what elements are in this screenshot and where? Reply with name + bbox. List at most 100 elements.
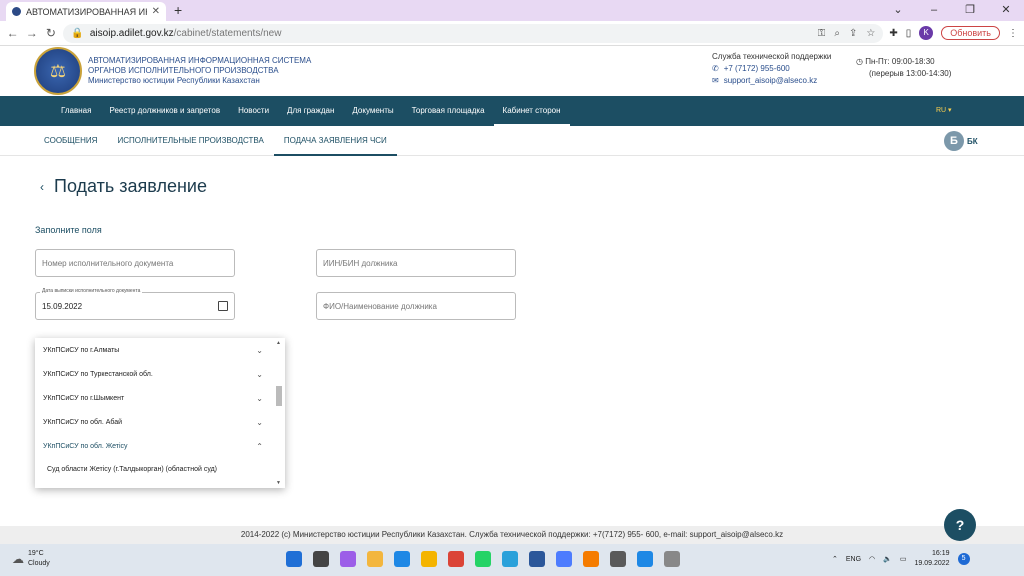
page-title-text: Подать заявление: [54, 176, 207, 196]
volume-icon[interactable]: 🔈: [883, 555, 892, 563]
dropdown-item[interactable]: УКпПСиСУ по г.Алматы ⌄: [35, 338, 285, 362]
taskbar-app-icon[interactable]: [637, 551, 653, 567]
taskbar-app-icon[interactable]: [583, 551, 599, 567]
work-hours: ◷ Пн-Пт: 09:00-18:30 (перерыв 13:00-14:3…: [856, 56, 951, 80]
nav-item-cabinet[interactable]: Кабинет сторон: [493, 96, 570, 126]
court-dropdown-list[interactable]: УКпПСиСУ по г.Алматы ⌄ УКпПСиСУ по Турке…: [35, 338, 285, 488]
taskbar-app-icon[interactable]: [610, 551, 626, 567]
taskbar-app-icon[interactable]: [502, 551, 518, 567]
language-select[interactable]: RU ▾: [936, 96, 952, 126]
wifi-icon[interactable]: ◠: [869, 555, 875, 563]
nav-item-citizens[interactable]: Для граждан: [278, 96, 343, 126]
dropdown-scrollbar[interactable]: ▲ ▼: [275, 340, 283, 486]
back-arrow-icon[interactable]: ←: [6, 26, 19, 40]
taskbar-app-icon[interactable]: [529, 551, 545, 567]
site-favicon-icon: [12, 7, 21, 16]
calendar-icon[interactable]: [218, 301, 228, 311]
taskbar-app-icon[interactable]: [340, 551, 356, 567]
restore-icon[interactable]: ❐: [952, 0, 988, 21]
emblem-logo-icon[interactable]: ⚖: [34, 47, 82, 95]
battery-icon[interactable]: ▭: [900, 555, 907, 563]
chevron-down-icon[interactable]: ⌄: [880, 0, 916, 21]
close-tab-icon[interactable]: ✕: [152, 6, 160, 17]
zoom-icon[interactable]: ⌕: [834, 28, 840, 39]
taskbar-app-icon[interactable]: [367, 551, 383, 567]
chevron-down-icon[interactable]: ⌄: [256, 370, 263, 379]
share-icon[interactable]: ⇪: [849, 28, 857, 39]
dropdown-item[interactable]: УКпПСиСУ по Туркестанской обл. ⌄: [35, 362, 285, 386]
reload-icon[interactable]: ↻: [44, 26, 57, 40]
url-input[interactable]: 🔒 aisoip.adilet.gov.kz/cabinet/statement…: [63, 23, 884, 43]
clock[interactable]: 16:19 19.09.2022: [915, 549, 950, 569]
scroll-up-icon[interactable]: ▲: [276, 340, 281, 346]
taskbar-app-icon[interactable]: [556, 551, 572, 567]
org-title[interactable]: АВТОМАТИЗИРОВАННАЯ ИНФОРМАЦИОННАЯ СИСТЕМ…: [88, 56, 311, 86]
iin-placeholder: ИИН/БИН должника: [323, 258, 398, 268]
fill-fields-label: Заполните поля: [35, 225, 102, 235]
star-icon[interactable]: ☆: [866, 28, 875, 39]
chevron-up-icon[interactable]: ⌃: [256, 442, 263, 451]
profile-avatar[interactable]: K: [919, 26, 934, 40]
tab-proceedings[interactable]: ИСПОЛНИТЕЛЬНЫЕ ПРОИЗВОДСТВА: [107, 126, 273, 156]
scroll-thumb[interactable]: [276, 386, 282, 406]
chevron-down-icon[interactable]: ⌄: [256, 394, 263, 403]
dropdown-item-label: УКпПСиСУ по г.Шымкент: [43, 394, 125, 402]
taskbar-app-icon[interactable]: [475, 551, 491, 567]
dropdown-item[interactable]: УКпПСиСУ по г.Шымкент ⌄: [35, 386, 285, 410]
doc-number-input[interactable]: Номер исполнительного документа: [35, 249, 235, 277]
extensions-puzzle-icon[interactable]: ✚: [889, 28, 897, 39]
tray-language[interactable]: ENG: [846, 556, 861, 563]
dropdown-item-expanded[interactable]: УКпПСиСУ по обл. Жетісу ⌃: [35, 434, 285, 458]
menu-kebab-icon[interactable]: ⋮: [1008, 28, 1018, 39]
phone-icon: ✆: [712, 64, 719, 73]
page-footer: 2014-2022 (с) Министерство юстиции Респу…: [0, 526, 1024, 544]
nav-item-documents[interactable]: Документы: [343, 96, 402, 126]
taskbar-app-icon[interactable]: [394, 551, 410, 567]
taskbar: ☁ 19°C Cloudy ⌃ ENG ◠ 🔈 ▭ 16:19 19.09.20…: [0, 544, 1024, 576]
update-button[interactable]: Обновить: [941, 26, 1000, 40]
address-bar: ← → ↻ 🔒 aisoip.adilet.gov.kz/cabinet/sta…: [0, 21, 1024, 46]
support-phone[interactable]: +7 (7172) 955-600: [724, 63, 790, 75]
tab-submit-application[interactable]: ПОДАЧА ЗАЯВЛЕНИЯ ЧСИ: [273, 126, 397, 156]
key-icon[interactable]: ⚿: [818, 28, 826, 39]
page-title: ‹ Подать заявление: [40, 176, 207, 197]
taskbar-app-icon[interactable]: [664, 551, 680, 567]
nav-item-registry[interactable]: Реестр должников и запретов: [100, 96, 229, 126]
scroll-down-icon[interactable]: ▼: [276, 480, 281, 486]
debtor-name-input[interactable]: ФИО/Наименование должника: [316, 292, 516, 320]
close-window-icon[interactable]: ✕: [988, 0, 1024, 21]
date-input[interactable]: Дата выписки исполнительного документа 1…: [35, 288, 235, 320]
nav-item-home[interactable]: Главная: [52, 96, 100, 126]
taskbar-app-icon[interactable]: [421, 551, 437, 567]
back-chevron-icon[interactable]: ‹: [40, 180, 44, 194]
user-badge[interactable]: Б БК: [944, 131, 978, 151]
chevron-down-icon[interactable]: ⌄: [256, 346, 263, 355]
browser-tab[interactable]: АВТОМАТИЗИРОВАННАЯ ИНФ ✕: [6, 2, 166, 21]
chevron-down-icon[interactable]: ⌄: [256, 418, 263, 427]
dropdown-item[interactable]: УКпПСиСУ по обл. Абай ⌄: [35, 410, 285, 434]
dropdown-sub-item[interactable]: Суд области Жетісу (г.Талдыкорган) (обла…: [35, 458, 285, 480]
forward-arrow-icon[interactable]: →: [25, 26, 38, 40]
user-avatar: Б: [944, 131, 964, 151]
notification-badge[interactable]: 5: [957, 553, 970, 565]
user-label: БК: [967, 136, 978, 146]
nav-item-news[interactable]: Новости: [229, 96, 278, 126]
support-email[interactable]: support_aisoip@alseco.kz: [724, 75, 818, 87]
tab-messages[interactable]: СООБЩЕНИЯ: [34, 126, 107, 156]
minimize-icon[interactable]: –: [916, 0, 952, 21]
dropdown-item-label: УКпПСиСУ по обл. Абай: [43, 418, 123, 426]
clock-date: 19.09.2022: [914, 560, 950, 567]
iin-input[interactable]: ИИН/БИН должника: [316, 249, 516, 277]
nav-item-marketplace[interactable]: Торговая площадка: [403, 96, 494, 126]
debtor-name-placeholder: ФИО/Наименование должника: [323, 301, 437, 311]
help-button[interactable]: ?: [944, 509, 976, 541]
sidebar-icon[interactable]: ▯: [906, 28, 912, 39]
taskbar-app-icon[interactable]: [448, 551, 464, 567]
taskbar-app-icon[interactable]: [286, 551, 302, 567]
org-line-1: АВТОМАТИЗИРОВАННАЯ ИНФОРМАЦИОННАЯ СИСТЕМ…: [88, 56, 312, 65]
taskbar-app-icon[interactable]: [313, 551, 329, 567]
weather-widget[interactable]: ☁ 19°C Cloudy: [12, 549, 50, 569]
new-tab-icon[interactable]: +: [174, 2, 182, 18]
tray-chevron-icon[interactable]: ⌃: [832, 555, 838, 563]
clock-time: 16:19: [932, 550, 950, 557]
